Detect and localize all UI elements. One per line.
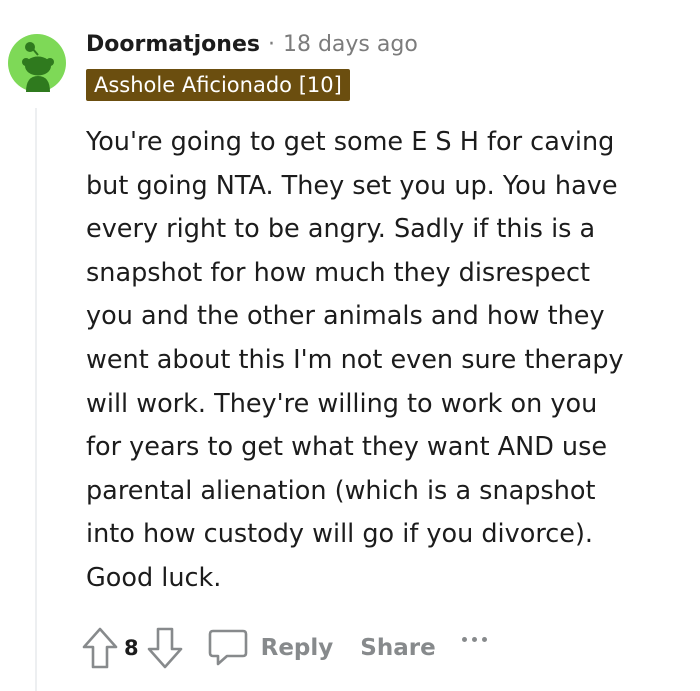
comment-body: You're going to get some E S H for cavin…	[86, 121, 686, 601]
upvote-button[interactable]	[80, 625, 120, 671]
comment-text-line: snapshot for how much they disrespect	[86, 257, 590, 288]
speech-bubble-icon	[208, 629, 247, 666]
comment-text-line: Good luck.	[86, 562, 222, 593]
share-button[interactable]: Share	[360, 635, 435, 661]
reply-icon-wrapper	[207, 628, 249, 668]
thread-line[interactable]	[35, 108, 37, 691]
reply-label: Reply	[260, 635, 334, 661]
reply-button[interactable]: Reply	[207, 628, 334, 668]
comment-timestamp[interactable]: 18 days ago	[283, 32, 418, 57]
comment-header: Doormatjones · 18 days ago	[86, 28, 418, 60]
comment-text-line: every right to be angry. Sadly if this i…	[86, 214, 596, 245]
more-options-button[interactable]	[461, 624, 487, 654]
comment-text-line: but going NTA. They set you up. You have	[86, 170, 618, 201]
more-horizontal-icon	[481, 636, 487, 642]
username-link[interactable]: Doormatjones	[86, 32, 260, 57]
vote-count: 8	[124, 636, 139, 660]
comment-text-line: you and the other animals and how they	[86, 301, 605, 332]
comment-text-line: for years to get what they want AND use	[86, 432, 608, 463]
user-flair-badge: Asshole Aficionado [10]	[86, 69, 350, 101]
arrow-up-icon	[82, 627, 118, 669]
comment-text-line: went about this I'm not even sure therap…	[86, 344, 624, 375]
header-separator: ·	[267, 31, 275, 57]
comment-text-line: into how custody will go if you divorce)…	[86, 519, 594, 550]
reddit-snoo-avatar-icon	[8, 34, 66, 92]
comment-text-line: You're going to get some E S H for cavin…	[86, 127, 615, 157]
comment-action-bar: 8 Reply Share	[80, 624, 487, 672]
more-horizontal-icon	[471, 636, 477, 642]
downvote-button[interactable]	[145, 625, 185, 671]
user-avatar[interactable]	[8, 34, 66, 92]
comment-text-line: parental alienation (which is a snapshot	[86, 475, 596, 506]
comment-text-line: will work. They're willing to work on yo…	[86, 388, 598, 419]
more-horizontal-icon	[461, 636, 467, 642]
arrow-down-icon	[147, 627, 182, 669]
